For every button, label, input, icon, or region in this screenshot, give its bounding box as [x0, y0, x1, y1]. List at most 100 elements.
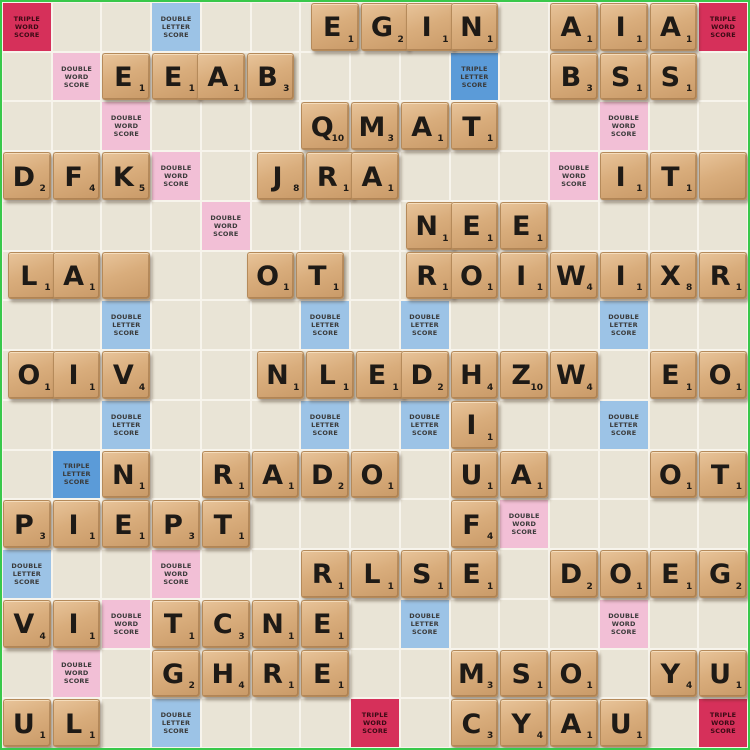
letter-tile[interactable]: L1 — [351, 550, 399, 598]
letter-tile[interactable]: Q 10 — [301, 102, 350, 151]
letter-tile[interactable]: A1 — [649, 3, 698, 51]
letter-tile[interactable]: F4 — [450, 500, 499, 549]
letter-tile[interactable]: I1 — [405, 3, 454, 51]
letter-tile[interactable]: T1 — [450, 102, 499, 151]
letter-tile[interactable]: O1 — [699, 351, 747, 399]
letter-tile[interactable]: V4 — [3, 599, 51, 648]
letter-tile[interactable]: S1 — [649, 52, 698, 101]
letter-tile[interactable]: J8 — [256, 152, 305, 200]
letter-tile[interactable]: I1 — [450, 400, 499, 449]
letter-tile[interactable]: C3 — [450, 699, 499, 747]
letter-tile[interactable]: N1 — [405, 201, 454, 250]
letter-tile[interactable]: E1 — [301, 649, 350, 698]
letter-tile[interactable]: O1 — [550, 649, 598, 698]
tile-points: 4 — [487, 532, 494, 543]
letter-tile[interactable]: I1 — [599, 251, 648, 300]
letter-tile[interactable]: I1 — [52, 500, 101, 549]
letter-tile[interactable]: E1 — [311, 3, 360, 51]
letter-tile[interactable]: Y4 — [649, 649, 698, 698]
letter-tile[interactable]: G2 — [699, 550, 747, 598]
letter-tile[interactable]: C3 — [201, 599, 250, 648]
letter-tile[interactable]: E1 — [102, 500, 151, 549]
letter-tile[interactable]: O1 — [7, 351, 56, 399]
letter-tile[interactable]: L1 — [52, 699, 101, 747]
letter-tile[interactable]: P3 — [152, 500, 200, 549]
letter-tile[interactable]: H4 — [201, 649, 250, 698]
letter-tile[interactable]: R1 — [306, 152, 355, 200]
letter-tile[interactable]: I1 — [52, 351, 101, 399]
letter-tile[interactable]: A1 — [251, 450, 300, 499]
letter-tile[interactable]: A1 — [500, 450, 549, 499]
letter-tile[interactable]: W4 — [550, 351, 598, 399]
letter-tile[interactable]: R1 — [301, 550, 350, 598]
letter-tile[interactable]: U1 — [3, 699, 51, 747]
letter-tile[interactable]: O1 — [450, 251, 499, 300]
letter-tile[interactable]: T1 — [649, 152, 698, 200]
letter-tile[interactable]: M3 — [450, 649, 499, 698]
letter-tile[interactable]: A1 — [550, 3, 598, 51]
letter-tile[interactable]: I1 — [599, 3, 648, 51]
letter-tile[interactable]: S1 — [500, 649, 549, 698]
letter-tile[interactable]: E1 — [356, 351, 404, 399]
letter-tile[interactable]: I1 — [52, 599, 101, 648]
letter-tile[interactable]: X8 — [649, 251, 698, 300]
letter-tile[interactable]: T1 — [296, 251, 345, 300]
letter-tile[interactable]: T1 — [152, 599, 200, 648]
letter-tile[interactable]: B3 — [550, 52, 598, 101]
letter-tile[interactable]: T1 — [201, 500, 250, 549]
letter-tile[interactable]: N1 — [450, 3, 499, 51]
letter-tile[interactable]: H4 — [450, 351, 499, 399]
letter-tile[interactable]: R1 — [251, 649, 300, 698]
letter-tile[interactable]: D2 — [550, 550, 598, 598]
letter-tile[interactable]: E1 — [301, 599, 350, 648]
letter-tile[interactable]: G2 — [361, 3, 409, 51]
letter-tile[interactable]: R1 — [405, 251, 454, 300]
letter-tile[interactable]: E1 — [450, 550, 499, 598]
letter-tile[interactable]: N1 — [102, 450, 151, 499]
letter-tile[interactable]: R1 — [201, 450, 250, 499]
letter-tile[interactable]: O1 — [649, 450, 698, 499]
letter-tile[interactable]: U1 — [450, 450, 499, 499]
letter-tile[interactable]: D2 — [400, 351, 449, 399]
letter-tile[interactable]: F4 — [52, 152, 101, 200]
letter-tile[interactable]: U1 — [599, 699, 648, 747]
letter-tile[interactable]: L1 — [306, 351, 355, 399]
letter-tile[interactable]: B3 — [246, 52, 295, 101]
letter-tile[interactable]: D2 — [3, 152, 51, 200]
letter-tile[interactable]: I1 — [599, 152, 648, 200]
letter-tile[interactable]: O1 — [599, 550, 648, 598]
letter-tile[interactable]: E1 — [450, 201, 499, 250]
letter-tile[interactable]: E1 — [102, 52, 151, 101]
letter-tile[interactable]: E1 — [500, 201, 549, 250]
letter-tile[interactable]: I1 — [500, 251, 549, 300]
letter-tile[interactable]: O1 — [351, 450, 399, 499]
letter-tile[interactable]: N1 — [256, 351, 305, 399]
letter-tile[interactable]: L1 — [7, 251, 56, 300]
letter-tile[interactable]: N1 — [251, 599, 300, 648]
letter-tile[interactable]: E1 — [152, 52, 200, 101]
letter-tile[interactable]: A1 — [550, 699, 598, 747]
letter-tile[interactable]: U1 — [699, 649, 747, 698]
letter-tile[interactable]: A1 — [400, 102, 449, 151]
letter-tile[interactable] — [699, 152, 747, 200]
letter-tile[interactable]: A1 — [351, 152, 399, 200]
letter-tile[interactable]: S1 — [400, 550, 449, 598]
letter-tile[interactable]: E1 — [649, 351, 698, 399]
letter-tile[interactable]: P3 — [3, 500, 51, 549]
letter-tile[interactable]: D2 — [301, 450, 350, 499]
letter-tile[interactable]: M3 — [351, 102, 399, 151]
letter-tile[interactable]: V4 — [102, 351, 151, 399]
letter-tile[interactable]: A1 — [52, 251, 101, 300]
letter-tile[interactable]: G2 — [152, 649, 200, 698]
letter-tile[interactable]: A1 — [196, 52, 245, 101]
letter-tile[interactable]: Z 10 — [500, 351, 549, 399]
letter-tile[interactable]: O1 — [246, 251, 295, 300]
letter-tile[interactable]: R1 — [699, 251, 747, 300]
letter-tile[interactable]: S1 — [599, 52, 648, 101]
letter-tile[interactable]: E1 — [649, 550, 698, 598]
letter-tile[interactable]: Y4 — [500, 699, 549, 747]
letter-tile[interactable]: W4 — [550, 251, 598, 300]
letter-tile[interactable]: K5 — [102, 152, 151, 200]
letter-tile[interactable]: T1 — [699, 450, 747, 499]
letter-tile[interactable] — [102, 251, 151, 300]
